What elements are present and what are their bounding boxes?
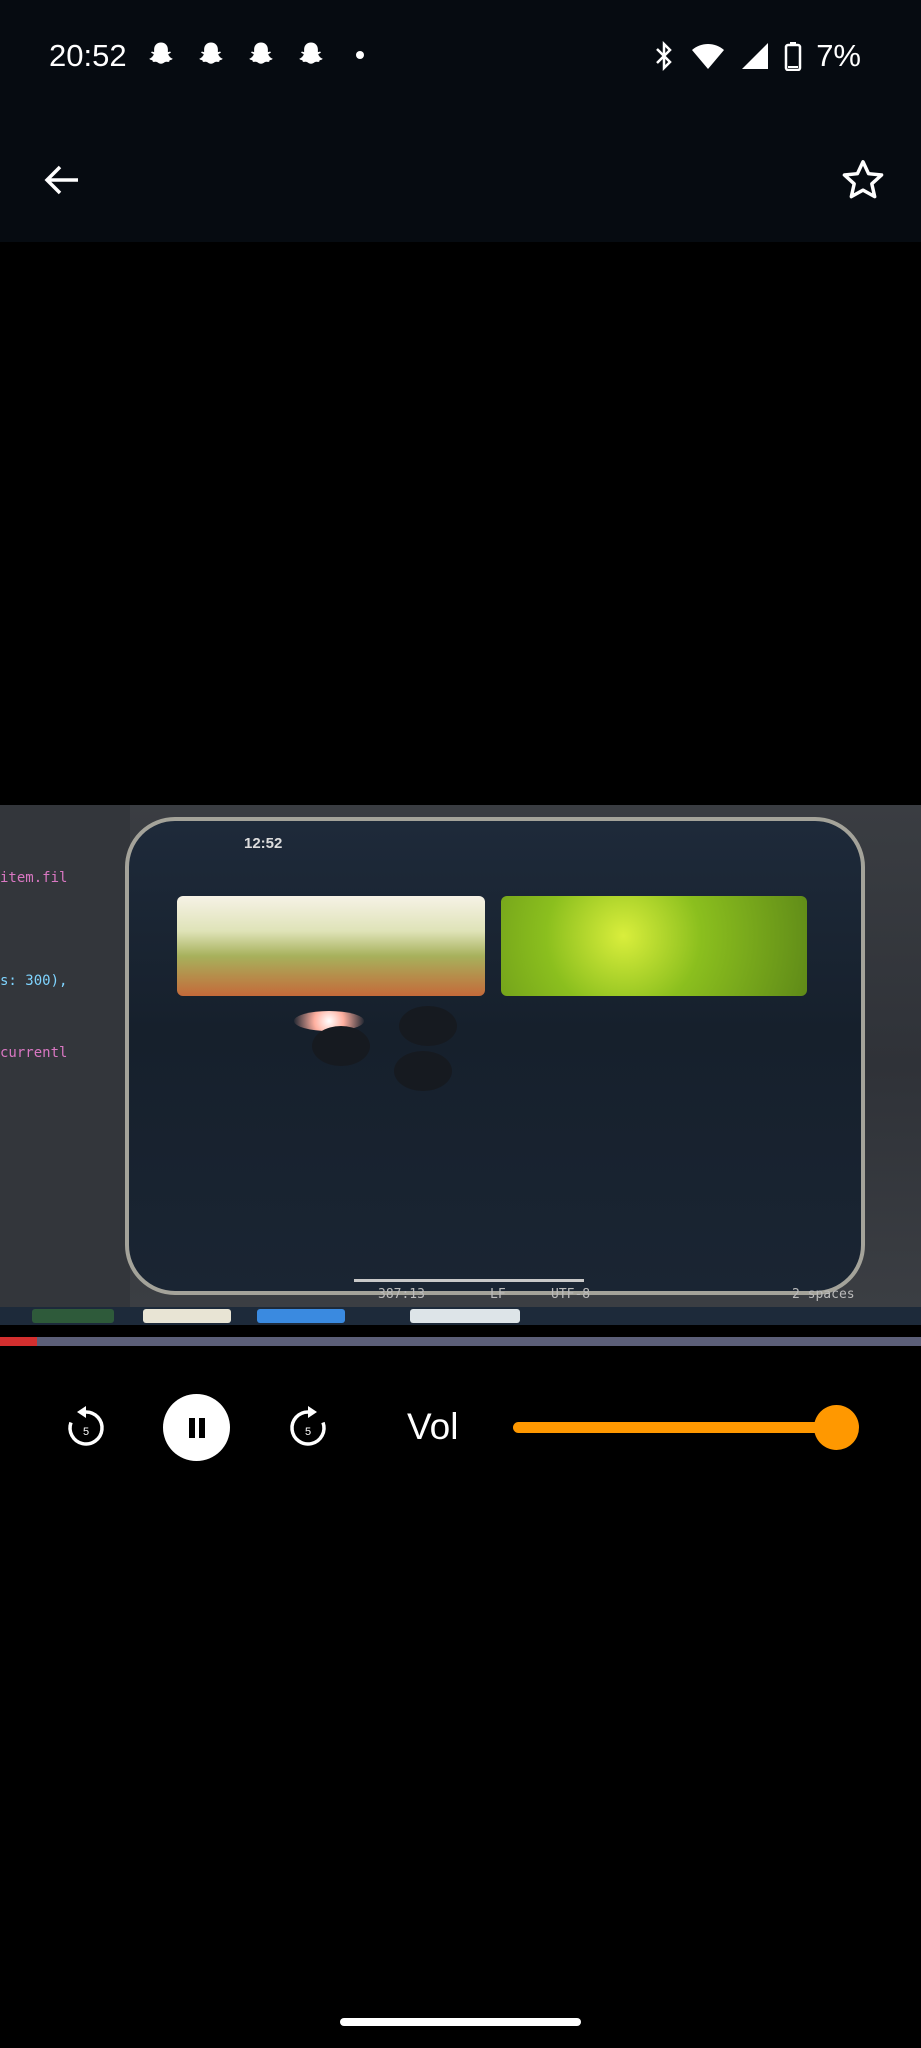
video-code-line: s: 300),	[0, 973, 68, 989]
top-app-bar	[0, 118, 921, 242]
forward-5-icon: 5	[290, 1406, 326, 1446]
rewind-5-button[interactable]: 5	[58, 1400, 114, 1456]
video-dock-app	[257, 1309, 345, 1323]
status-bar: 20:52 7%	[0, 0, 921, 118]
video-editor-status: UTF-8	[551, 1287, 591, 1302]
video-code-line: currentl	[0, 1045, 68, 1061]
video-dock-app	[143, 1309, 231, 1323]
snapchat-icon	[199, 42, 223, 64]
pause-icon	[188, 1417, 205, 1438]
volume-label: Vol	[407, 1406, 459, 1447]
video-thumbnail-image	[501, 896, 807, 996]
video-camera-lens	[394, 1051, 452, 1091]
status-time: 20:52	[49, 38, 127, 73]
video-dock-app	[32, 1309, 114, 1323]
volume-slider-track[interactable]	[513, 1422, 836, 1433]
video-phone-time: 12:52	[244, 835, 283, 852]
seek-bar[interactable]	[0, 1337, 921, 1346]
replay-5-icon: 5	[68, 1406, 104, 1446]
notification-icons	[146, 40, 364, 70]
pause-button[interactable]	[163, 1394, 230, 1461]
arrow-back-icon	[44, 165, 78, 195]
snapchat-icon	[299, 42, 323, 64]
cell-signal-icon	[742, 43, 769, 69]
video-camera-lens	[312, 1026, 370, 1066]
video-taskbar	[0, 1307, 921, 1325]
video-editor-status: LF	[490, 1287, 506, 1302]
forward-5-button[interactable]: 5	[280, 1400, 336, 1456]
video-phone-frame: 12:52	[125, 817, 865, 1295]
more-notifications-dot	[356, 51, 364, 59]
video-dock-app	[410, 1309, 520, 1323]
video-code-line: item.fil	[0, 870, 68, 886]
video-phone-home-indicator	[354, 1279, 584, 1282]
snapchat-icon	[249, 42, 273, 64]
battery-icon	[784, 42, 802, 71]
video-thumbnail-image	[177, 896, 485, 996]
rewind-seconds-label: 5	[83, 1426, 89, 1438]
status-indicators: 7%	[652, 38, 861, 74]
video-editor-status: 387:13	[378, 1287, 425, 1302]
volume-slider-thumb[interactable]	[814, 1405, 859, 1450]
gesture-nav-handle[interactable]	[340, 2018, 581, 2026]
forward-seconds-label: 5	[305, 1426, 311, 1438]
wifi-icon	[692, 44, 725, 69]
back-button[interactable]	[36, 154, 88, 206]
snapchat-icon	[149, 42, 173, 64]
video-player-surface[interactable]: item.fil s: 300), currentl 12:52 387:13 …	[0, 805, 921, 1325]
battery-percent: 7%	[816, 38, 861, 73]
favorite-button[interactable]	[835, 152, 891, 208]
star-outline-icon	[842, 160, 884, 199]
video-editor-status: 2 spaces	[792, 1287, 855, 1302]
bluetooth-icon	[656, 41, 672, 71]
video-camera-lens	[399, 1006, 457, 1046]
seek-bar-played	[0, 1337, 37, 1346]
